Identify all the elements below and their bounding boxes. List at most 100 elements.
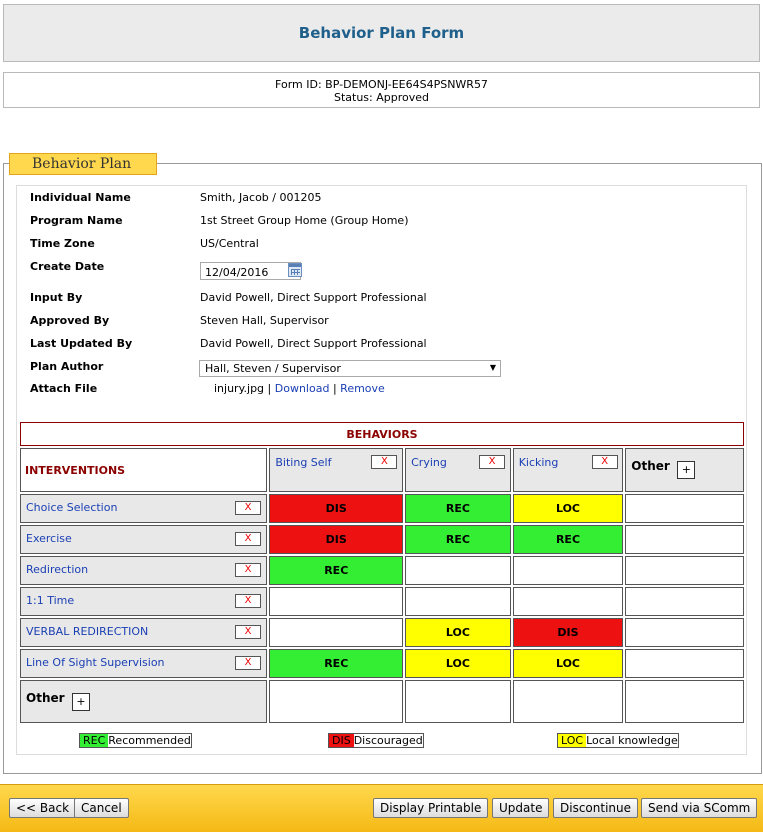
field-label: Individual Name	[30, 191, 131, 204]
remove-intervention-button[interactable]: X	[235, 501, 261, 515]
other-intervention-label: Other	[26, 691, 65, 705]
grid-cell[interactable]: LOC	[405, 618, 511, 647]
grid-cell[interactable]	[405, 587, 511, 616]
grid-cell[interactable]	[405, 556, 511, 585]
grid-cell[interactable]	[269, 618, 404, 647]
legend-loc-text: Local knowledge	[586, 734, 678, 747]
send-via-scomm-button[interactable]: Send via SComm	[641, 798, 758, 818]
grid-cell[interactable]: LOC	[405, 649, 511, 678]
grid-cell[interactable]	[512, 556, 624, 585]
legend-rec-text: Recommended	[108, 734, 191, 747]
intervention-name[interactable]: Choice Selection	[26, 501, 117, 514]
grid-cell[interactable]	[625, 618, 744, 647]
plan-author-select[interactable]: Hall, Steven / Supervisor ▼	[199, 360, 501, 377]
grid-cell[interactable]	[625, 680, 744, 723]
remove-link[interactable]: Remove	[340, 382, 385, 395]
intervention-name[interactable]: Line Of Sight Supervision	[26, 656, 165, 669]
intervention-name[interactable]: 1:1 Time	[26, 594, 74, 607]
intervention-label-cell: Redirection X	[20, 556, 268, 585]
last-updated-by-value: David Powell, Direct Support Professiona…	[200, 337, 427, 350]
intervention-label-cell: Line Of Sight Supervision X	[20, 649, 268, 678]
remove-intervention-button[interactable]: X	[235, 656, 261, 670]
grid-cell[interactable]	[512, 680, 624, 723]
remove-behavior-button[interactable]: X	[591, 455, 618, 469]
intervention-label-cell: Exercise X	[20, 525, 268, 554]
intervention-name[interactable]: VERBAL REDIRECTION	[26, 625, 148, 638]
intervention-name[interactable]: Redirection	[26, 563, 88, 576]
grid-cell[interactable]: LOC	[512, 649, 624, 678]
grid-cell[interactable]	[625, 556, 744, 585]
grid-cell[interactable]: DIS	[269, 494, 404, 523]
download-link[interactable]: Download	[275, 382, 330, 395]
page-header: Behavior Plan Form	[3, 4, 760, 62]
legend-discouraged: DIS Discouraged	[328, 733, 424, 748]
display-printable-button[interactable]: Display Printable	[373, 798, 489, 818]
field-label: Input By	[30, 291, 83, 304]
footer-toolbar: << Back Cancel Display Printable Update …	[0, 784, 763, 832]
intervention-label-cell: VERBAL REDIRECTION X	[20, 618, 268, 647]
intervention-row: Redirection X REC	[20, 556, 744, 585]
remove-behavior-button[interactable]: X	[371, 455, 398, 469]
grid-cell[interactable]: REC	[512, 525, 624, 554]
grid-cell[interactable]	[269, 680, 404, 723]
intervention-row: Choice Selection X DIS REC LOC	[20, 494, 744, 523]
remove-intervention-button[interactable]: X	[235, 594, 261, 608]
approved-by-value: Steven Hall, Supervisor	[200, 314, 329, 327]
field-label: Program Name	[30, 214, 123, 227]
calendar-icon[interactable]	[288, 263, 302, 277]
grid-cell[interactable]: REC	[405, 494, 511, 523]
remove-intervention-button[interactable]: X	[235, 625, 261, 639]
field-label: Create Date	[30, 260, 105, 273]
separator: |	[267, 382, 272, 395]
intervention-row: Exercise X DIS REC REC	[20, 525, 744, 554]
back-button[interactable]: << Back	[9, 798, 77, 818]
add-intervention-button[interactable]: +	[72, 693, 90, 711]
section-legend: Behavior Plan	[9, 153, 157, 175]
legend-loc-swatch: LOC	[558, 734, 587, 747]
other-intervention-cell: Other +	[20, 680, 268, 723]
intervention-row: Line Of Sight Supervision X REC LOC LOC	[20, 649, 744, 678]
discontinue-button[interactable]: Discontinue	[553, 798, 639, 818]
behavior-intervention-grid: BEHAVIORS INTERVENTIONS Biting Self X Cr…	[18, 420, 746, 725]
grid-cell[interactable]: REC	[269, 649, 404, 678]
page-title: Behavior Plan Form	[298, 24, 465, 42]
grid-cell[interactable]: LOC	[512, 494, 624, 523]
grid-cell[interactable]	[625, 525, 744, 554]
behavior-name: Biting Self	[275, 456, 332, 469]
interventions-header: INTERVENTIONS	[20, 448, 268, 492]
form-info: Form ID: BP-DEMONJ-EE64S4PSNWR57 Status:…	[3, 72, 760, 108]
field-label: Approved By	[30, 314, 110, 327]
grid-cell[interactable]: DIS	[512, 618, 624, 647]
grid-cell[interactable]	[625, 649, 744, 678]
remove-behavior-button[interactable]: X	[479, 455, 506, 469]
input-by-value: David Powell, Direct Support Professiona…	[200, 291, 427, 304]
intervention-name[interactable]: Exercise	[26, 532, 72, 545]
add-behavior-button[interactable]: +	[677, 461, 696, 479]
attach-file-value: injury.jpg | Download | Remove	[214, 382, 385, 395]
intervention-label-cell: Choice Selection X	[20, 494, 268, 523]
grid-cell[interactable]: DIS	[269, 525, 404, 554]
remove-intervention-button[interactable]: X	[235, 563, 261, 577]
grid-cell[interactable]	[625, 587, 744, 616]
legend-recommended: REC Recommended	[79, 733, 192, 748]
cancel-button[interactable]: Cancel	[74, 798, 129, 818]
grid-cell[interactable]: REC	[269, 556, 404, 585]
behavior-name: Kicking	[518, 456, 559, 469]
other-behavior-label: Other	[631, 459, 670, 473]
behavior-column-header: Crying X	[405, 448, 511, 492]
other-behavior-header: Other +	[625, 448, 744, 492]
grid-cell[interactable]: REC	[405, 525, 511, 554]
field-label: Last Updated By	[30, 337, 133, 350]
remove-intervention-button[interactable]: X	[235, 532, 261, 546]
create-date-input[interactable]: 12/04/2016	[200, 262, 301, 280]
time-zone-value: US/Central	[200, 237, 259, 250]
grid-cell[interactable]	[512, 587, 624, 616]
intervention-label-cell: 1:1 Time X	[20, 587, 268, 616]
grid-cell[interactable]	[405, 680, 511, 723]
grid-cell[interactable]	[625, 494, 744, 523]
grid-cell[interactable]	[269, 587, 404, 616]
legend-dis-swatch: DIS	[329, 734, 354, 747]
update-button[interactable]: Update	[492, 798, 550, 818]
field-label: Plan Author	[30, 360, 104, 373]
attached-filename: injury.jpg	[214, 382, 265, 395]
